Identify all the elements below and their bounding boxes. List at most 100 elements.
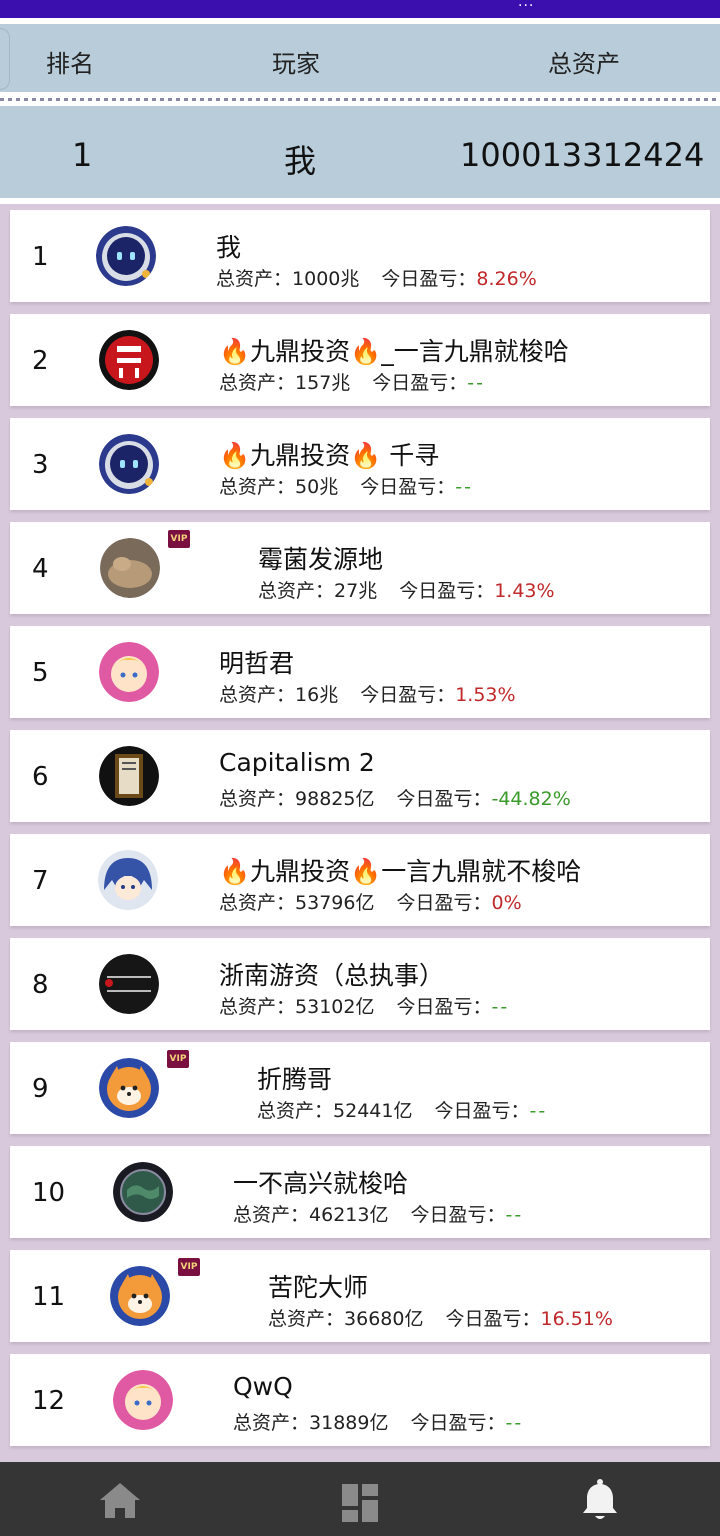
dark-text-avatar[interactable] bbox=[99, 954, 159, 1014]
assets-value: 53796亿 bbox=[295, 892, 375, 914]
player-rank: 6 bbox=[32, 762, 49, 792]
pl-label: 今日盈亏： bbox=[399, 580, 495, 602]
player-stats: 总资产：157兆 今日盈亏：-- bbox=[219, 368, 485, 395]
player-rank: 10 bbox=[32, 1178, 66, 1208]
pl-value: 8.26% bbox=[476, 268, 537, 290]
player-row[interactable]: 1 我总资产：1000兆 今日盈亏：8.26% bbox=[10, 210, 710, 302]
player-stats: 总资产：50兆 今日盈亏：-- bbox=[219, 472, 473, 499]
assets-label: 总资产： bbox=[233, 1412, 310, 1434]
anime-girl-avatar[interactable] bbox=[113, 1370, 173, 1430]
anime-girl-avatar[interactable] bbox=[99, 642, 159, 702]
player-row[interactable]: 4 VIP 霉菌发源地 总资产：27兆 今日盈亏：1.43% bbox=[10, 522, 710, 614]
player-stats: 总资产：53796亿 今日盈亏：0% bbox=[219, 888, 522, 915]
pl-value: -- bbox=[467, 372, 486, 394]
player-row[interactable]: 7 🔥九鼎投资🔥一言九鼎就不梭哈 总资产：53796亿 今日盈亏：0% bbox=[10, 834, 710, 926]
assets-value: 16兆 bbox=[295, 684, 339, 706]
jiuding-logo-avatar[interactable] bbox=[99, 330, 159, 390]
nav-leaderboard[interactable] bbox=[540, 1462, 660, 1536]
pl-label: 今日盈亏： bbox=[396, 788, 492, 810]
globe-avatar[interactable] bbox=[113, 1162, 173, 1222]
assets-label: 总资产： bbox=[219, 372, 296, 394]
assets-label: 总资产： bbox=[219, 788, 296, 810]
pl-label: 今日盈亏： bbox=[396, 892, 492, 914]
clay-animal-avatar[interactable] bbox=[100, 538, 160, 598]
player-row[interactable]: 5 明哲君 总资产：16兆 今日盈亏：1.53% bbox=[10, 626, 710, 718]
pl-value: -- bbox=[505, 1204, 524, 1226]
pl-label: 今日盈亏： bbox=[434, 1100, 530, 1122]
home-icon bbox=[100, 1483, 140, 1518]
blue-hair-avatar[interactable] bbox=[98, 850, 158, 910]
pl-value: 1.43% bbox=[494, 580, 555, 602]
pl-value: -- bbox=[505, 1412, 524, 1434]
vip-badge: VIP bbox=[178, 1258, 200, 1276]
assets-label: 总资产： bbox=[216, 268, 293, 290]
pl-label: 今日盈亏： bbox=[372, 372, 468, 394]
assets-value: 52441亿 bbox=[333, 1100, 413, 1122]
player-stats: 总资产：31889亿 今日盈亏：-- bbox=[233, 1408, 523, 1435]
bell-icon bbox=[583, 1479, 617, 1519]
shiba-avatar[interactable] bbox=[110, 1266, 170, 1326]
assets-value: 53102亿 bbox=[295, 996, 375, 1018]
player-stats: 总资产：1000兆 今日盈亏：8.26% bbox=[216, 264, 537, 291]
assets-value: 98825亿 bbox=[295, 788, 375, 810]
player-name: 🔥九鼎投资🔥一言九鼎就不梭哈 bbox=[219, 857, 582, 886]
player-row[interactable]: 12 QwQ 总资产：31889亿 今日盈亏：-- bbox=[10, 1354, 710, 1446]
top-app-bar: ... bbox=[0, 0, 720, 18]
ornate-frame-avatar[interactable] bbox=[99, 746, 159, 806]
player-rank: 12 bbox=[32, 1386, 66, 1416]
nav-dashboard[interactable] bbox=[300, 1462, 420, 1536]
player-name: 浙南游资（总执事） bbox=[219, 961, 445, 990]
player-name: 🔥九鼎投资🔥 千寻 bbox=[219, 441, 440, 470]
pl-value: 1.53% bbox=[455, 684, 516, 706]
player-row[interactable]: 10 一不高兴就梭哈 总资产：46213亿 今日盈亏：-- bbox=[10, 1146, 710, 1238]
player-row[interactable]: 2 🔥九鼎投资🔥_一言九鼎就梭哈 总资产：157兆 今日盈亏：-- bbox=[10, 314, 710, 406]
player-stats: 总资产：46213亿 今日盈亏：-- bbox=[233, 1200, 523, 1227]
player-name: 明哲君 bbox=[219, 649, 295, 678]
my-rank-row: 1 我 100013312424 bbox=[0, 106, 720, 198]
pl-label: 今日盈亏： bbox=[396, 996, 492, 1018]
header-assets: 总资产 bbox=[548, 50, 620, 78]
player-stats: 总资产：52441亿 今日盈亏：-- bbox=[257, 1096, 547, 1123]
player-name: 我 bbox=[216, 233, 242, 262]
player-rank: 4 bbox=[32, 554, 49, 584]
player-rank: 3 bbox=[32, 450, 49, 480]
pl-value: -- bbox=[491, 996, 510, 1018]
player-stats: 总资产：53102亿 今日盈亏：-- bbox=[219, 992, 509, 1019]
pl-value: 16.51% bbox=[540, 1308, 613, 1330]
pl-value: -44.82% bbox=[491, 788, 571, 810]
player-row[interactable]: 11 VIP 苦陀大师 总资产：36680亿 今日盈亏：16.51% bbox=[10, 1250, 710, 1342]
assets-label: 总资产： bbox=[233, 1204, 310, 1226]
player-name: 霉菌发源地 bbox=[258, 545, 384, 574]
player-rank: 2 bbox=[32, 346, 49, 376]
robot-avatar[interactable] bbox=[99, 434, 159, 494]
assets-label: 总资产： bbox=[268, 1308, 345, 1330]
assets-value: 50兆 bbox=[295, 476, 339, 498]
nav-home[interactable] bbox=[60, 1462, 180, 1536]
robot-avatar[interactable] bbox=[96, 226, 156, 286]
assets-label: 总资产： bbox=[219, 892, 296, 914]
player-rank: 9 bbox=[32, 1074, 49, 1104]
header-nub bbox=[0, 28, 10, 90]
assets-value: 46213亿 bbox=[309, 1204, 389, 1226]
my-assets: 100013312424 bbox=[460, 136, 705, 174]
player-row[interactable]: 9 VIP 折腾哥 总资产：52441亿 今日盈亏：-- bbox=[10, 1042, 710, 1134]
player-row[interactable]: 6 Capitalism 2 总资产：98825亿 今日盈亏：-44.82% bbox=[10, 730, 710, 822]
player-rank: 7 bbox=[32, 866, 49, 896]
player-name: 一不高兴就梭哈 bbox=[233, 1169, 409, 1198]
shiba-avatar[interactable] bbox=[99, 1058, 159, 1118]
player-stats: 总资产：98825亿 今日盈亏：-44.82% bbox=[219, 784, 571, 811]
assets-label: 总资产： bbox=[219, 996, 296, 1018]
header-player: 玩家 bbox=[272, 50, 320, 78]
pl-label: 今日盈亏： bbox=[360, 476, 456, 498]
player-row[interactable]: 8 浙南游资（总执事） 总资产：53102亿 今日盈亏：-- bbox=[10, 938, 710, 1030]
player-rank: 5 bbox=[32, 658, 49, 688]
bottom-nav bbox=[0, 1462, 720, 1536]
pl-value: -- bbox=[455, 476, 473, 498]
assets-value: 27兆 bbox=[334, 580, 378, 602]
my-name: 我 bbox=[284, 142, 317, 180]
player-row[interactable]: 3 🔥九鼎投资🔥 千寻 总资产：50兆 今日盈亏：-- bbox=[10, 418, 710, 510]
player-name: 🔥九鼎投资🔥_一言九鼎就梭哈 bbox=[219, 337, 569, 366]
vip-badge: VIP bbox=[167, 1050, 189, 1068]
pl-label: 今日盈亏： bbox=[410, 1412, 506, 1434]
assets-value: 1000兆 bbox=[292, 268, 360, 290]
